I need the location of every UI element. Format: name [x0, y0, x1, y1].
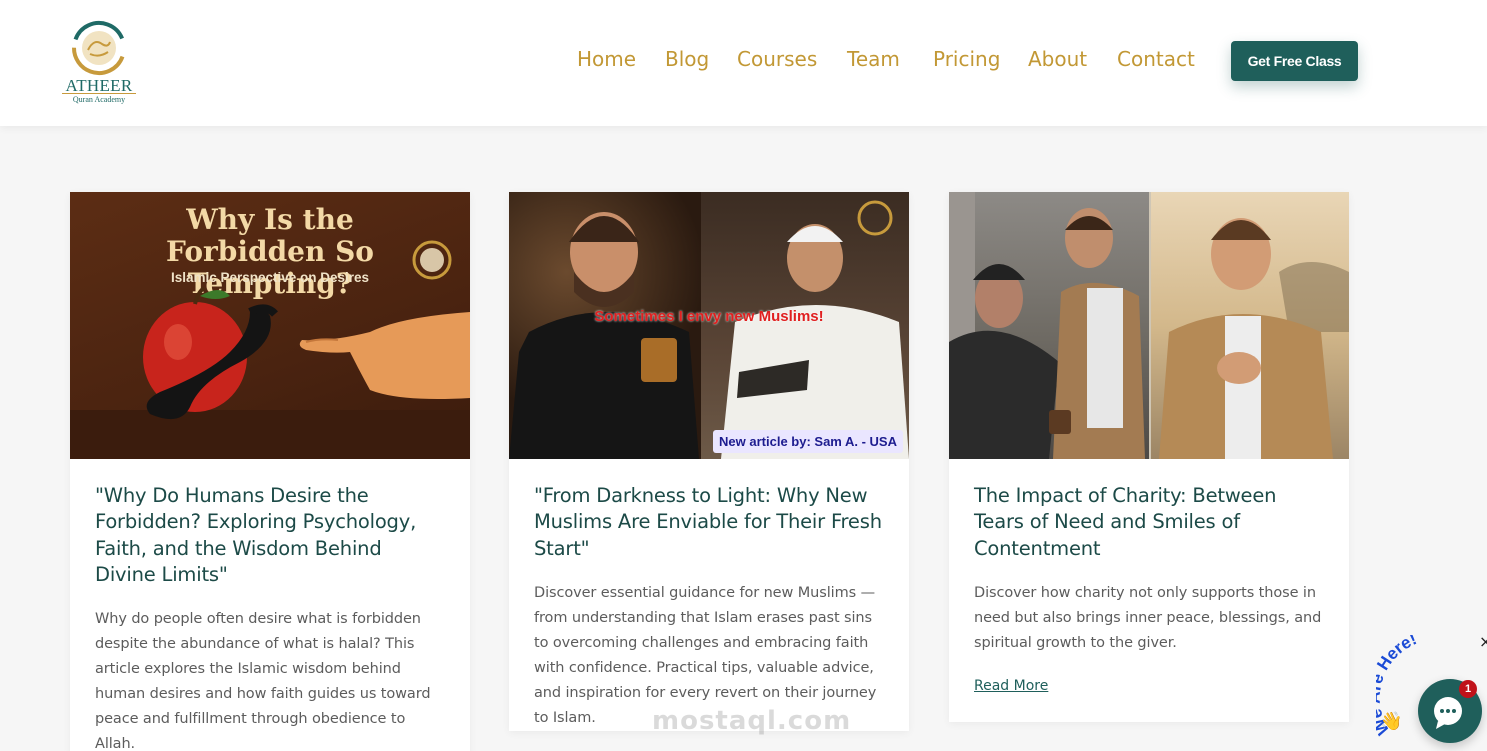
post-title[interactable]: "From Darkness to Light: Why New Muslims… [534, 483, 884, 562]
site-header: ATHEER Quran Academy Home Blog Courses T… [0, 0, 1487, 126]
post-title[interactable]: "Why Do Humans Desire the Forbidden? Exp… [95, 483, 445, 588]
wave-icon: 👋 [1380, 711, 1402, 732]
nav-home[interactable]: Home [577, 47, 636, 75]
nav-about[interactable]: About [1028, 47, 1087, 75]
blog-card: Why Is the Forbidden So Tempting? Islami… [70, 192, 470, 751]
watermark: mostaql.com [652, 706, 852, 736]
thumbnail-caption: Sometimes I envy new Muslims! [594, 308, 824, 325]
apple-snake-illustration-icon [70, 240, 470, 459]
get-free-class-button[interactable]: Get Free Class [1231, 41, 1358, 81]
post-thumbnail[interactable]: Sometimes I envy new Muslims! New articl… [509, 192, 909, 459]
nav-team[interactable]: Team [847, 47, 900, 75]
author-badge: New article by: Sam A. - USA [713, 430, 903, 453]
nav-blog[interactable]: Blog [665, 47, 709, 75]
two-men-photo-icon [509, 200, 909, 459]
close-icon[interactable]: × [1479, 632, 1487, 651]
logo-emblem-icon [72, 21, 126, 75]
chat-notification-badge: 1 [1459, 680, 1477, 698]
charity-photo-icon [949, 192, 1349, 459]
post-thumbnail[interactable] [949, 192, 1349, 459]
brand-logo[interactable]: ATHEER Quran Academy [62, 18, 136, 104]
blog-card: The Impact of Charity: Between Tears of … [949, 192, 1349, 722]
post-excerpt: Why do people often desire what is forbi… [95, 611, 431, 751]
post-excerpt: Discover how charity not only supports t… [974, 584, 1322, 651]
card-bottom-spacer [974, 695, 1324, 722]
nav-courses[interactable]: Courses [737, 47, 817, 75]
brand-tagline: Quran Academy [62, 93, 136, 104]
nav-contact[interactable]: Contact [1117, 47, 1195, 75]
post-thumbnail[interactable]: Why Is the Forbidden So Tempting? Islami… [70, 192, 470, 459]
post-title[interactable]: The Impact of Charity: Between Tears of … [974, 483, 1324, 562]
read-more-link[interactable]: Read More [974, 678, 1048, 694]
nav-pricing[interactable]: Pricing [933, 47, 1000, 75]
blog-card: Sometimes I envy new Muslims! New articl… [509, 192, 909, 731]
